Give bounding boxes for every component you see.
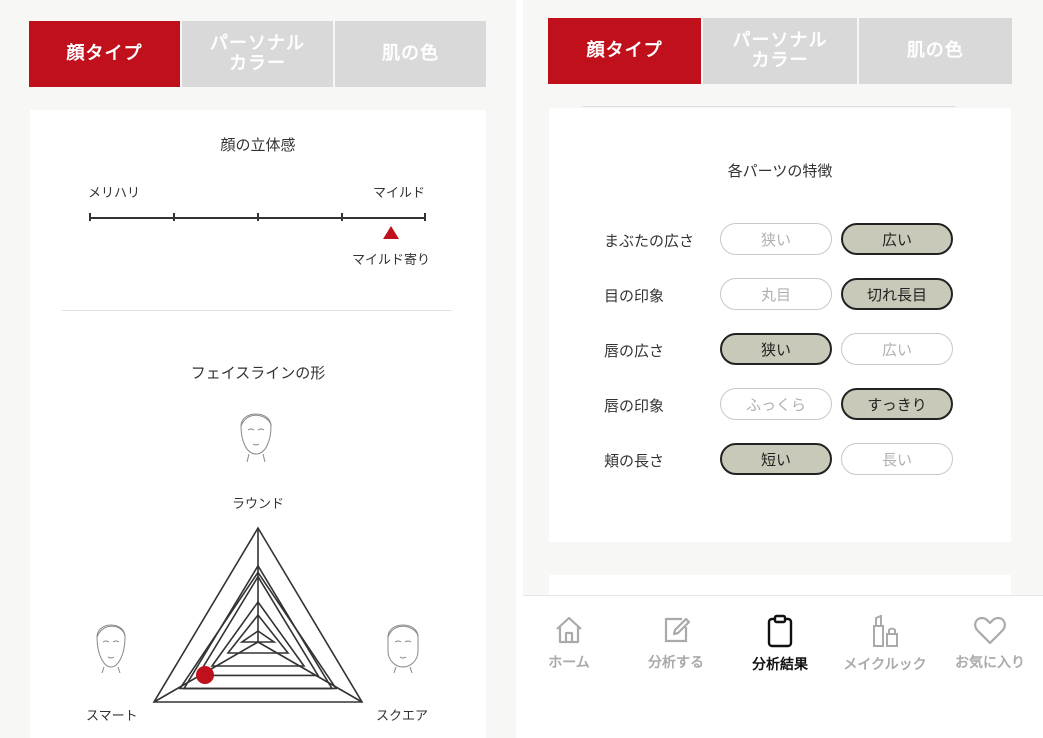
- scale-left-label: メリハリ: [88, 186, 141, 201]
- nav-analyze[interactable]: 分析する: [624, 614, 728, 672]
- lipstick-icon: [873, 614, 898, 647]
- face-line-marker: [196, 666, 214, 684]
- right-screen: 顔タイプ パーソナル カラー 肌の色 各パーツの特徴 まぶたの広さ 狭い 広い …: [523, 0, 1043, 738]
- left-screen: 顔タイプ パーソナル カラー 肌の色 顔の立体感 メリハリ マイルド マイルド寄…: [0, 0, 516, 738]
- analysis-tabs-right: 顔タイプ パーソナル カラー 肌の色: [548, 18, 1012, 84]
- option-pill-selected[interactable]: 広い: [841, 223, 953, 255]
- round-label: ラウンド: [232, 497, 285, 512]
- smart-label: スマート: [86, 709, 138, 724]
- option-pill[interactable]: 狭い: [720, 223, 832, 255]
- face-line-title: フェイスラインの形: [190, 364, 326, 382]
- tab-face-type[interactable]: 顔タイプ: [548, 18, 702, 84]
- scale-tick: [341, 213, 343, 221]
- parts-title: 各パーツの特徴: [727, 162, 833, 180]
- nav-home[interactable]: ホーム: [523, 614, 621, 672]
- nav-favorites[interactable]: お気に入り: [938, 614, 1042, 672]
- tab-personal-color[interactable]: パーソナル カラー: [182, 21, 333, 87]
- scale-tick: [424, 213, 426, 221]
- face-type-card: 顔の立体感 メリハリ マイルド マイルド寄り フェイスラインの形 ラウンド スマ…: [30, 110, 486, 738]
- scale-tick: [257, 213, 259, 221]
- edit-icon: [664, 617, 691, 643]
- nav-makeup[interactable]: メイクルック: [833, 614, 937, 674]
- square-label: スクエア: [376, 709, 429, 724]
- option-pill[interactable]: ふっくら: [720, 388, 832, 420]
- nav-results[interactable]: 分析結果: [728, 614, 832, 674]
- smart-face-icon: [96, 624, 126, 673]
- round-face-icon: [240, 413, 272, 462]
- scale-right-label: マイルド: [373, 186, 426, 201]
- scale-tick: [89, 213, 91, 221]
- scale-tick: [173, 213, 175, 221]
- option-pill-selected[interactable]: 狭い: [720, 333, 832, 365]
- clipboard-icon: [767, 614, 793, 648]
- heart-icon: [974, 616, 1006, 645]
- row-label: 頬の長さ: [604, 452, 665, 470]
- tab-face-type[interactable]: 顔タイプ: [29, 21, 180, 87]
- option-pill[interactable]: 丸目: [720, 278, 832, 310]
- bottom-nav: ホーム 分析する 分析結果 メイクルック お気に入り: [523, 595, 1043, 738]
- parts-card: 各パーツの特徴 まぶたの広さ 狭い 広い 目の印象 丸目 切れ長目 唇の広さ 狭…: [549, 106, 1011, 542]
- nav-home-label: ホーム: [548, 655, 590, 671]
- home-icon: [556, 616, 582, 644]
- scale-result-label: マイルド寄り: [352, 253, 431, 268]
- nav-analyze-label: 分析する: [648, 655, 704, 671]
- tab-skin-color[interactable]: 肌の色: [335, 21, 486, 87]
- row-label: 唇の広さ: [604, 342, 665, 360]
- option-pill[interactable]: 長い: [841, 443, 953, 475]
- nav-makeup-label: メイクルック: [843, 657, 927, 673]
- nav-favorites-label: お気に入り: [955, 655, 1025, 671]
- card-top-divider: [583, 106, 955, 107]
- option-pill-selected[interactable]: 切れ長目: [841, 278, 953, 310]
- tab-skin-color[interactable]: 肌の色: [858, 18, 1012, 84]
- row-label: 目の印象: [604, 287, 665, 305]
- option-pill-selected[interactable]: 短い: [720, 443, 832, 475]
- nav-results-label: 分析結果: [752, 657, 808, 673]
- face-3d-title: 顔の立体感: [220, 136, 296, 154]
- analysis-tabs: 顔タイプ パーソナル カラー 肌の色: [29, 21, 486, 87]
- scale-marker: [383, 226, 399, 239]
- section-divider: [62, 310, 452, 311]
- face-line-radar: [152, 526, 364, 703]
- row-label: 唇の印象: [604, 397, 665, 415]
- option-pill[interactable]: 広い: [841, 333, 953, 365]
- row-label: まぶたの広さ: [604, 232, 695, 250]
- square-face-icon: [387, 624, 419, 673]
- tab-personal-color[interactable]: パーソナル カラー: [703, 18, 857, 84]
- option-pill-selected[interactable]: すっきり: [841, 388, 953, 420]
